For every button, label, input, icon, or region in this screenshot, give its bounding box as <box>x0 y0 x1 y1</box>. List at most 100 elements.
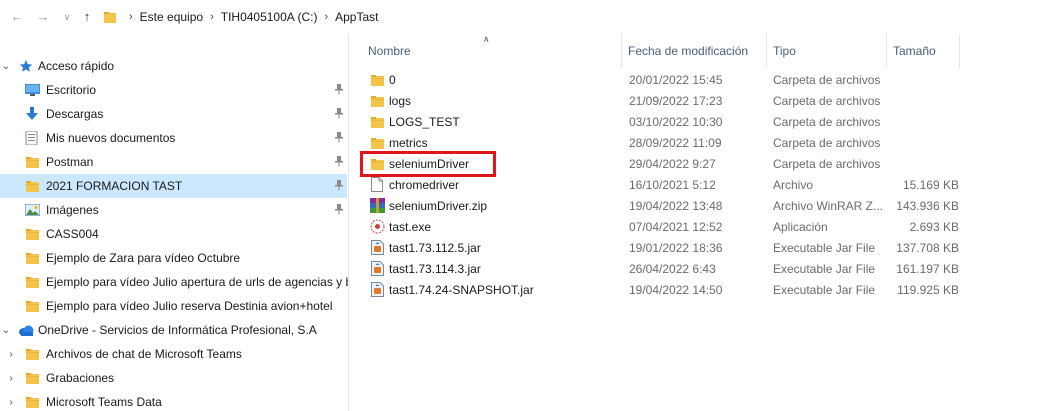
file-row[interactable]: 0 20/01/2022 15:45 Carpeta de archivos <box>349 69 1039 90</box>
file-name: LOGS_TEST <box>389 114 460 129</box>
breadcrumb-item[interactable]: TIH0405100A (C:) <box>221 10 318 24</box>
file-row[interactable]: tast1.73.114.3.jar 26/04/2022 6:43 Executa… <box>349 258 1039 279</box>
jar-icon <box>369 240 385 256</box>
file-name: logs <box>389 93 412 108</box>
nav-item[interactable]: Ejemplo para vídeo Julio reserva Destini… <box>0 294 347 318</box>
column-header-type[interactable]: Tipo <box>767 34 887 68</box>
desktop-icon <box>24 83 40 97</box>
nav-item-label: 2021 FORMACION TAST <box>46 179 183 193</box>
nav-item[interactable]: Imágenes <box>0 198 347 222</box>
pin-icon[interactable] <box>333 180 345 192</box>
folder-icon <box>24 347 40 361</box>
chevron-right-icon[interactable]: › <box>5 397 17 408</box>
navigation-pane[interactable]: ⌄ Acceso rápido Escritorio Descargas Mis nue… <box>0 34 349 411</box>
nav-item[interactable]: Ejemplo para vídeo Julio apertura de url… <box>0 270 348 294</box>
breadcrumb-item[interactable]: Este equipo <box>140 10 203 24</box>
file-row[interactable]: tast1.74.24-SNAPSHOT.jar 19/04/2022 14:50… <box>349 279 1039 300</box>
pin-icon[interactable] <box>333 108 345 120</box>
file-list[interactable]: Nombre ∧ Fecha de modificación Tipo Tama… <box>349 34 1039 411</box>
breadcrumb-separator-icon: › <box>324 11 329 23</box>
nav-item[interactable]: › Grabaciones <box>0 366 347 390</box>
folder-icon <box>24 395 40 409</box>
column-header-label: Tipo <box>773 44 796 58</box>
file-size: 161.197 KB <box>896 261 959 276</box>
chevron-right-icon[interactable]: › <box>5 349 17 360</box>
column-header-date[interactable]: Fecha de modificación <box>622 34 767 68</box>
chevron-down-icon[interactable]: ⌄ <box>0 325 12 336</box>
file-row[interactable]: metrics 28/09/2022 11:09 Carpeta de archiv… <box>349 132 1039 153</box>
nav-item-label: Descargas <box>46 107 104 121</box>
nav-item-label: Postman <box>46 155 94 169</box>
file-date: 20/01/2022 15:45 <box>629 72 723 87</box>
folder-icon <box>24 371 40 385</box>
nav-item[interactable]: › Archivos de chat de Microsoft Teams <box>0 342 347 366</box>
file-row[interactable]: chromedriver 16/10/2021 5:12 Archivo 15.169… <box>349 174 1039 195</box>
pin-icon[interactable] <box>333 156 345 168</box>
nav-item[interactable]: › Microsoft Teams Data <box>0 390 347 411</box>
file-size: 143.936 KB <box>896 198 959 213</box>
nav-item[interactable]: ⌄ Acceso rápido <box>0 54 347 78</box>
breadcrumb-item[interactable]: AppTast <box>335 10 378 24</box>
file-date: 16/10/2021 5:12 <box>629 177 716 192</box>
nav-item[interactable]: Descargas <box>0 102 347 126</box>
column-header-name[interactable]: Nombre <box>362 34 622 68</box>
chevron-down-icon[interactable]: ⌄ <box>0 61 12 72</box>
file-type: Aplicación <box>773 219 828 234</box>
file-name: tast.exe <box>389 219 432 234</box>
column-header-size[interactable]: Tamaño <box>887 34 960 68</box>
nav-item-label: Ejemplo de Zara para vídeo Octubre <box>46 251 241 265</box>
winrar-icon <box>369 198 385 214</box>
nav-item-label: Escritorio <box>46 83 97 97</box>
file-date: 19/04/2022 14:50 <box>629 282 723 297</box>
folder-icon <box>369 135 385 151</box>
exe-icon <box>369 219 385 235</box>
file-date: 03/10/2022 10:30 <box>629 114 723 129</box>
pin-icon[interactable] <box>333 84 345 96</box>
file-row[interactable]: seleniumDriver.zip 19/04/2022 13:48 Archiv… <box>349 195 1039 216</box>
star-icon <box>18 59 34 73</box>
breadcrumb[interactable]: › Este equipo › TIH0405100A (C:) › AppTa… <box>100 5 1039 29</box>
file-name: tast1.73.114.3.jar <box>389 261 481 276</box>
jar-icon <box>369 261 385 277</box>
folder-icon <box>369 93 385 109</box>
sort-ascending-icon: ∧ <box>483 34 490 44</box>
folder-icon <box>369 72 385 88</box>
nav-item[interactable]: Postman <box>0 150 347 174</box>
file-name: metrics <box>389 135 428 150</box>
file-row[interactable]: tast.exe 07/04/2021 12:52 Aplicación 2.693 … <box>349 216 1039 237</box>
file-name: 0 <box>389 72 396 87</box>
up-arrow-icon[interactable]: ↑ <box>78 8 96 26</box>
file-type: Executable Jar File <box>773 240 876 255</box>
folder-icon <box>24 251 40 265</box>
nav-item[interactable]: Escritorio <box>0 78 347 102</box>
pictures-icon <box>24 203 40 217</box>
pin-icon[interactable] <box>333 204 345 216</box>
file-type: Archivo <box>773 177 814 192</box>
forward-arrow-icon[interactable]: → <box>34 8 52 26</box>
back-arrow-icon[interactable]: ← <box>8 8 26 26</box>
file-date: 21/09/2022 17:23 <box>629 93 723 108</box>
column-header-label: Tamaño <box>893 44 936 58</box>
nav-item[interactable]: 2021 FORMACION TAST <box>0 174 347 198</box>
file-row[interactable]: tast1.73.112.5.jar 19/01/2022 18:36 Execut… <box>349 237 1039 258</box>
file-row[interactable]: LOGS_TEST 03/10/2022 10:30 Carpeta de arch… <box>349 111 1039 132</box>
file-type: Carpeta de archivos <box>773 135 881 150</box>
pin-icon[interactable] <box>333 132 345 144</box>
recent-locations-chevron-icon[interactable]: ∨ <box>58 8 76 26</box>
nav-item[interactable]: CASS004 <box>0 222 347 246</box>
breadcrumb-separator-icon: › <box>210 11 214 23</box>
nav-item-label: Microsoft Teams Data <box>46 395 162 409</box>
folder-icon <box>104 12 116 23</box>
nav-item[interactable]: Mis nuevos documentos <box>0 126 347 150</box>
nav-item-label: Archivos de chat de Microsoft Teams <box>46 347 242 361</box>
nav-item-label: Mis nuevos documentos <box>46 131 176 145</box>
file-type: Archivo WinRAR Z... <box>773 198 884 213</box>
file-type: Carpeta de archivos <box>773 114 881 129</box>
nav-item-label: Imágenes <box>46 203 99 217</box>
chevron-right-icon[interactable]: › <box>5 373 17 384</box>
nav-item[interactable]: ⌄ OneDrive - Servicios de Informática Pro… <box>0 318 347 342</box>
file-date: 07/04/2021 12:52 <box>629 219 723 234</box>
nav-item[interactable]: Ejemplo de Zara para vídeo Octubre <box>0 246 347 270</box>
file-row[interactable]: logs 21/09/2022 17:23 Carpeta de archivos <box>349 90 1039 111</box>
nav-item-label: Grabaciones <box>46 371 115 385</box>
